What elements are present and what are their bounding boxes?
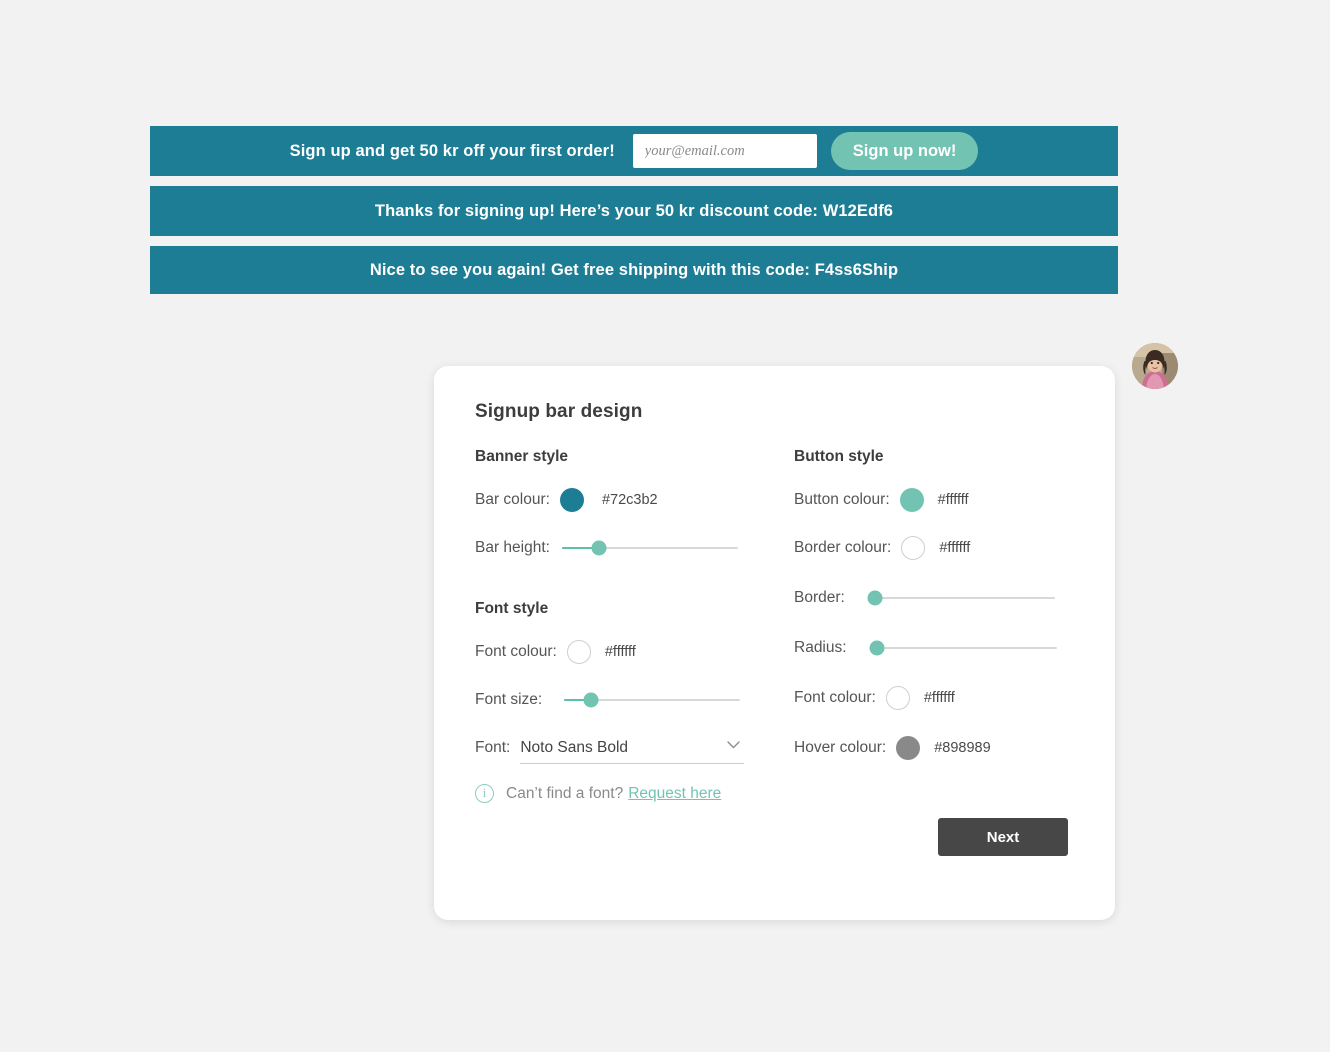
bar-height-row: Bar height: <box>475 532 805 564</box>
banner-thanks-message-text: Thanks for signing up! Here’s your 50 kr… <box>374 201 894 220</box>
button-style-heading: Button style <box>794 448 884 465</box>
slider-thumb[interactable] <box>591 540 607 556</box>
banner-signup-prompt-text: Sign up and get 50 kr off your first ord… <box>289 141 615 160</box>
font-colour-hex: #ffffff <box>604 644 636 660</box>
user-avatar[interactable] <box>1132 343 1178 389</box>
bar-colour-hex: #72c3b2 <box>601 492 658 508</box>
request-font-link[interactable]: Request here <box>628 785 721 803</box>
font-size-slider[interactable] <box>564 690 741 710</box>
bar-height-label: Bar height: <box>475 539 550 556</box>
signup-bar-design-card: Signup bar design Banner style Bar colou… <box>434 366 1115 920</box>
page-title: Signup bar design <box>475 401 643 422</box>
banner-signup-prompt: Sign up and get 50 kr off your first ord… <box>150 126 1118 176</box>
hover-colour-swatch[interactable] <box>896 736 921 760</box>
next-button[interactable]: Next <box>938 818 1068 856</box>
border-colour-label: Border colour: <box>794 539 892 556</box>
font-request-info: i Can’t find a font? Request here <box>475 784 805 803</box>
button-colour-swatch[interactable] <box>899 488 924 512</box>
banner-returning-message: Nice to see you again! Get free shipping… <box>150 246 1118 294</box>
slider-thumb[interactable] <box>867 590 883 606</box>
button-font-colour-label: Font colour: <box>794 689 876 706</box>
button-colour-hex: #ffffff <box>937 492 969 508</box>
button-font-colour-hex: #ffffff <box>923 690 955 706</box>
bar-colour-row: Bar colour: #72c3b2 <box>475 484 805 516</box>
sign-up-now-button[interactable]: Sign up now! <box>830 132 979 170</box>
border-colour-hex: #ffffff <box>939 540 971 556</box>
chevron-down-icon <box>727 740 741 749</box>
hover-colour-label: Hover colour: <box>794 739 887 756</box>
font-size-label: Font size: <box>475 691 543 708</box>
radius-row: Radius: <box>794 632 1094 664</box>
email-input[interactable] <box>632 134 817 168</box>
border-row: Border: <box>794 582 1094 614</box>
bar-height-slider[interactable] <box>561 538 738 558</box>
font-colour-swatch[interactable] <box>566 640 591 664</box>
slider-track <box>874 597 1055 599</box>
button-colour-label: Button colour: <box>794 491 890 508</box>
font-style-heading: Font style <box>475 600 549 617</box>
left-settings-column: Banner style Bar colour: #72c3b2 Bar hei… <box>475 448 805 803</box>
slider-thumb[interactable] <box>869 640 885 656</box>
right-settings-column: Button style Button colour: #ffffff Bord… <box>794 448 1094 780</box>
font-request-text: Can’t find a font? <box>506 784 624 802</box>
banner-preview-stack: Sign up and get 50 kr off your first ord… <box>150 126 1118 294</box>
radius-slider[interactable] <box>869 638 1057 658</box>
button-font-colour-swatch[interactable] <box>885 686 910 710</box>
banner-style-heading: Banner style <box>475 448 569 465</box>
border-label: Border: <box>794 589 845 606</box>
border-slider[interactable] <box>867 588 1055 608</box>
font-family-select[interactable]: Noto Sans Bold <box>520 733 745 764</box>
info-icon: i <box>475 784 494 803</box>
border-colour-row: Border colour: #ffffff <box>794 532 1094 564</box>
hover-colour-hex: #898989 <box>934 740 991 756</box>
font-size-row: Font size: <box>475 684 805 716</box>
slider-thumb[interactable] <box>583 692 599 708</box>
bar-colour-label: Bar colour: <box>475 491 550 508</box>
avatar-photo <box>1132 343 1178 389</box>
font-family-row: Font: Noto Sans Bold <box>475 732 805 764</box>
border-colour-swatch[interactable] <box>901 536 926 560</box>
bar-colour-swatch[interactable] <box>559 488 584 512</box>
font-colour-label: Font colour: <box>475 643 557 660</box>
font-family-value: Noto Sans Bold <box>520 738 629 756</box>
hover-colour-row: Hover colour: #898989 <box>794 732 1094 764</box>
font-colour-row: Font colour: #ffffff <box>475 636 805 668</box>
banner-returning-message-text: Nice to see you again! Get free shipping… <box>369 260 899 279</box>
button-colour-row: Button colour: #ffffff <box>794 484 1094 516</box>
font-family-label: Font: <box>475 739 511 756</box>
slider-track <box>876 647 1057 649</box>
radius-label: Radius: <box>794 639 847 656</box>
banner-thanks-message: Thanks for signing up! Here’s your 50 kr… <box>150 186 1118 236</box>
button-font-colour-row: Font colour: #ffffff <box>794 682 1094 714</box>
